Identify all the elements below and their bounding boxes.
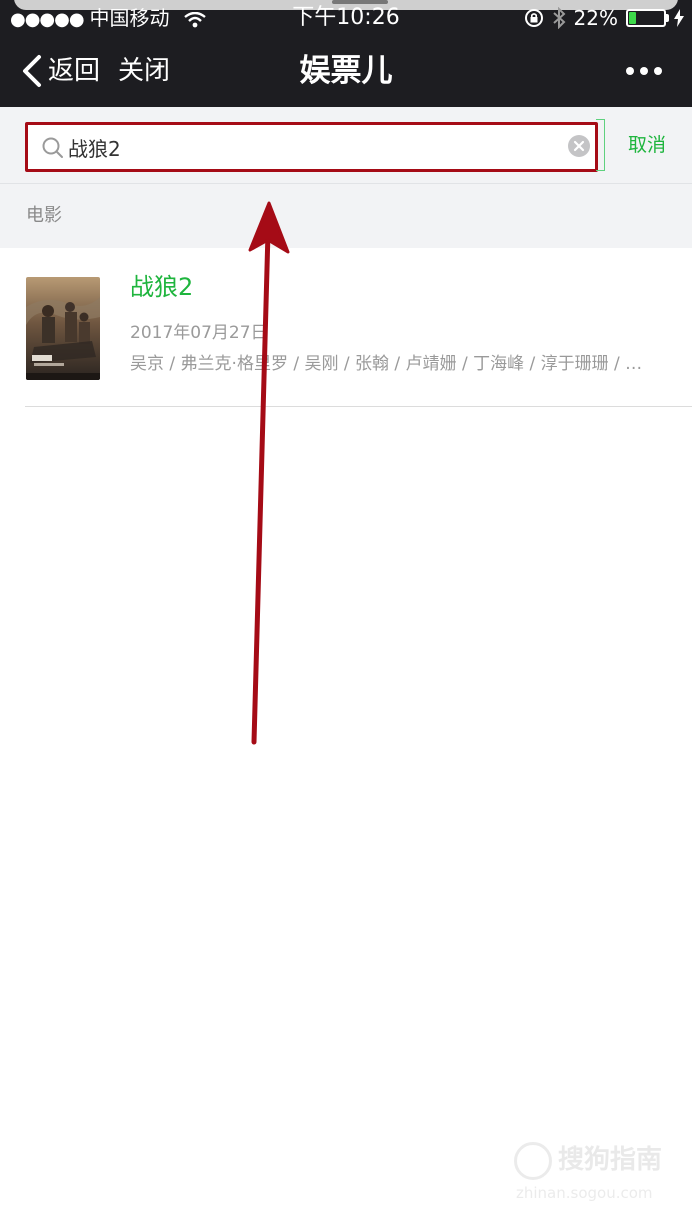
clear-icon[interactable] (568, 135, 590, 157)
page-title: 娱票儿 (299, 53, 393, 89)
status-right: 22% (524, 4, 684, 32)
back-label: 返回 (48, 56, 101, 86)
search-area: 取消 (0, 107, 692, 184)
more-dot (654, 67, 662, 75)
section-header: 电影 (0, 184, 692, 248)
back-button[interactable]: 返回 (22, 53, 100, 89)
section-label: 电影 (26, 205, 62, 226)
battery-fill (629, 12, 636, 24)
close-button[interactable]: 关闭 (118, 53, 170, 89)
status-bar: ●●●●● 中国移动 下午10:26 22% (0, 0, 692, 36)
chevron-left-icon (23, 55, 41, 87)
more-dot (626, 67, 634, 75)
nav-bar: 返回 关闭 娱票儿 (0, 36, 692, 107)
battery-icon (626, 9, 669, 27)
search-input[interactable] (68, 129, 548, 165)
sogou-logo-icon (514, 1142, 552, 1180)
search-box[interactable] (25, 119, 605, 172)
movie-poster (26, 277, 100, 380)
movie-cast: 吴京 / 弗兰克·格里罗 / 吴刚 / 张翰 / 卢靖姗 / 丁海峰 / 淳于珊… (130, 354, 643, 374)
clear-x-glyph (573, 140, 585, 152)
battery-percent: 22% (573, 6, 618, 30)
movie-release-date: 2017年07月27日 (130, 323, 268, 343)
battery-tip (666, 14, 669, 22)
poster-image (26, 277, 100, 380)
result-item-movie[interactable]: 战狼2 2017年07月27日 吴京 / 弗兰克·格里罗 / 吴刚 / 张翰 /… (0, 248, 692, 407)
divider (25, 406, 692, 407)
bluetooth-icon (552, 7, 565, 29)
movie-title: 战狼2 (130, 273, 194, 301)
more-dot (640, 67, 648, 75)
orientation-lock-icon (524, 9, 543, 27)
watermark: 搜狗指南 zhinan.sogou.com (512, 1138, 682, 1208)
more-dots-icon[interactable] (626, 67, 662, 75)
watermark-url: zhinan.sogou.com (516, 1184, 653, 1202)
search-icon (42, 137, 63, 158)
watermark-brand: 搜狗指南 (558, 1145, 663, 1175)
charging-bolt-icon (674, 9, 684, 27)
cancel-button[interactable]: 取消 (628, 131, 666, 159)
search-focus-outline (596, 119, 605, 171)
